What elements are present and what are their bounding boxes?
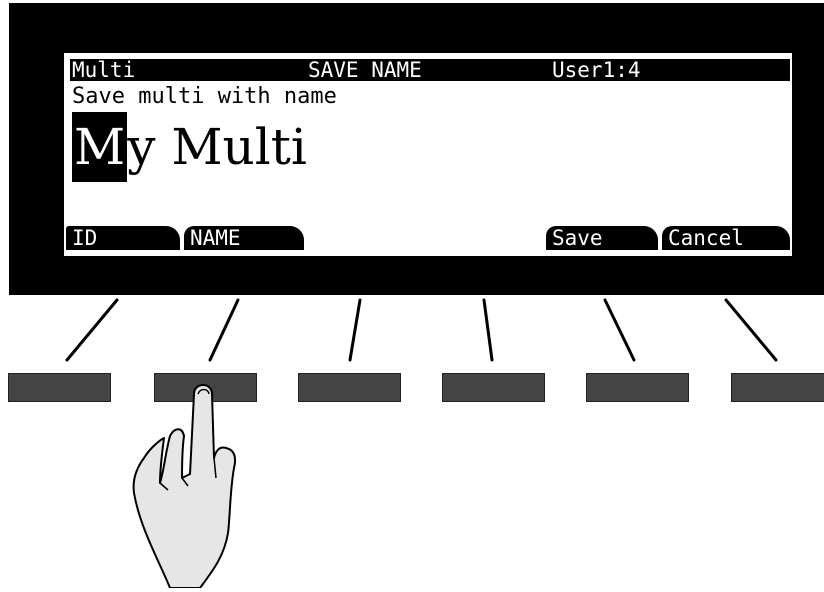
display-bezel: Multi SAVE NAME User1:4 Save multi with … [9, 3, 824, 295]
leader-line-3 [348, 298, 362, 362]
name-entry-field[interactable]: My Multi [72, 112, 307, 182]
lcd-screen: Multi SAVE NAME User1:4 Save multi with … [64, 53, 792, 256]
header-mode-label: Multi [72, 58, 136, 82]
lcd-header-bar: Multi SAVE NAME User1:4 [70, 59, 790, 81]
softkey-label-save: Save [546, 226, 658, 250]
soft-button-5-save[interactable] [586, 373, 689, 402]
leader-line-5 [603, 298, 636, 362]
soft-button-3[interactable] [298, 373, 401, 402]
leader-line-1 [65, 298, 119, 362]
softkey-label-cancel: Cancel [662, 226, 790, 250]
header-page-title: SAVE NAME [308, 58, 422, 82]
pointing-hand-icon [132, 384, 236, 588]
softkey-label-name: NAME [184, 226, 304, 250]
leader-line-2 [208, 298, 240, 362]
header-bank-location: User1:4 [552, 58, 641, 82]
name-cursor-character: M [72, 112, 128, 182]
soft-button-6-cancel[interactable] [731, 373, 824, 402]
save-prompt: Save multi with name [72, 84, 337, 109]
soft-button-1-id[interactable] [8, 373, 111, 402]
soft-button-4[interactable] [442, 373, 545, 402]
softkey-label-id: ID [66, 226, 180, 250]
name-remaining-text: y Multi [127, 118, 307, 176]
leader-line-6 [724, 298, 778, 362]
leader-line-4 [482, 298, 494, 362]
